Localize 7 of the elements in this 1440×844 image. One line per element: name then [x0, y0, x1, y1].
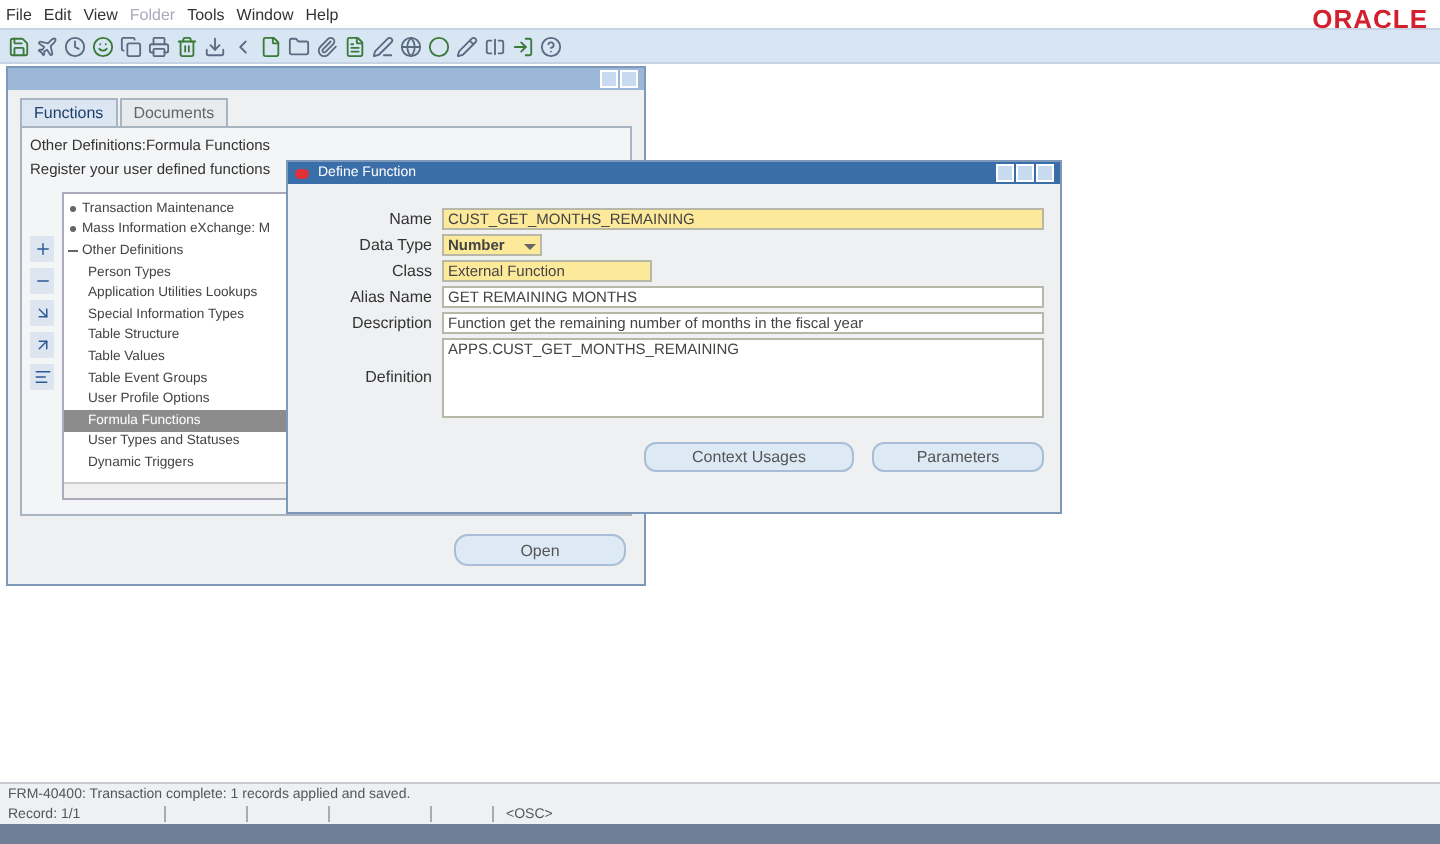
logo: ORACLE: [1312, 4, 1428, 34]
field-label: Alias Name: [348, 286, 432, 308]
field-label: Definition: [363, 366, 432, 390]
field-label: Data Type: [357, 234, 432, 256]
field-label: Description: [349, 312, 432, 334]
field-label: Class: [389, 260, 432, 282]
field-label: Name: [387, 208, 432, 230]
